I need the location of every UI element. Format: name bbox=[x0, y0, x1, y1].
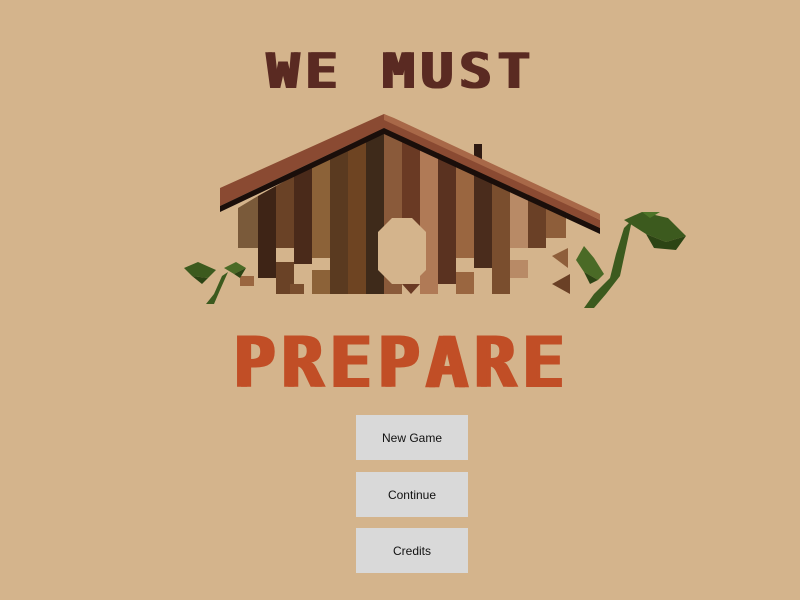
credits-button[interactable]: Credits bbox=[356, 528, 468, 573]
left-sprout-icon bbox=[184, 262, 246, 304]
house-walls bbox=[238, 128, 570, 294]
new-game-button[interactable]: New Game bbox=[356, 415, 468, 460]
game-title-bottom: PREPARE bbox=[231, 322, 569, 404]
game-title-top: WE MUST bbox=[265, 43, 535, 100]
title-screen: WE MUST PREPARE New Game Continue Credit… bbox=[0, 0, 800, 600]
continue-button[interactable]: Continue bbox=[356, 472, 468, 517]
house-with-plants-icon bbox=[184, 114, 686, 308]
